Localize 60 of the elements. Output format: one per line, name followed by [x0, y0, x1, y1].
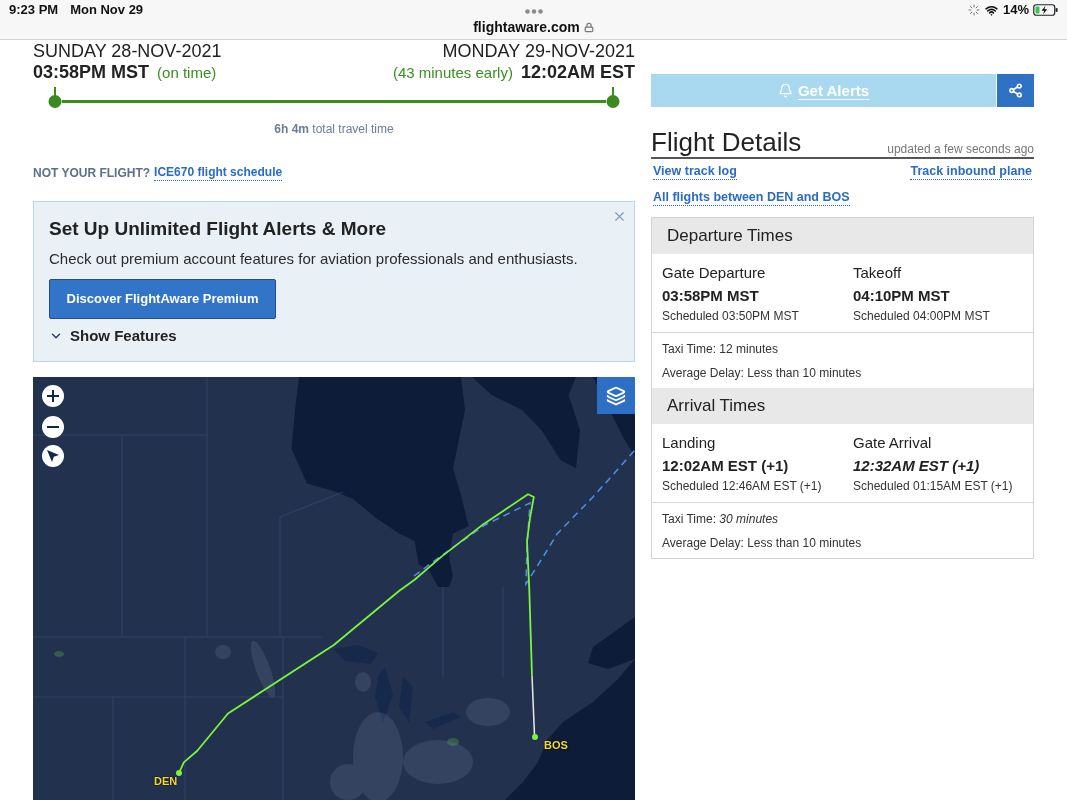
- note-text: Average Delay: Less than 10 minutes: [662, 535, 863, 551]
- close-icon: [612, 209, 627, 224]
- departure-marker-icon: [48, 87, 62, 109]
- updated-text: updated a few seconds ago: [887, 142, 1034, 156]
- minus-icon: [47, 425, 59, 429]
- departure-status: (on time): [157, 63, 217, 83]
- show-features-toggle[interactable]: Show Features: [49, 326, 177, 346]
- layers-icon: [606, 385, 626, 406]
- card-header-title: Arrival Times: [667, 396, 766, 416]
- time-label: Gate Arrival: [853, 433, 933, 453]
- arrival-date: MONDAY 29-NOV-2021: [442, 41, 635, 61]
- details-link[interactable]: View track log: [653, 164, 737, 180]
- arrival-time: 12:02AM EST: [520, 62, 635, 82]
- url-text[interactable]: flightaware.com: [473, 19, 580, 35]
- note-text: Average Delay: Less than 10 minutes: [662, 365, 863, 381]
- scheduled-time: Scheduled 12:46AM EST (+1): [662, 479, 823, 493]
- time-label: Takeoff: [853, 263, 903, 283]
- flight-schedule-link[interactable]: ICE670 flight schedule: [154, 165, 283, 181]
- promo-title: Set Up Unlimited Flight Alerts & More: [49, 217, 388, 241]
- scheduled-time: Scheduled 01:15AM EST (+1): [853, 479, 1014, 493]
- airport-code-label[interactable]: BOS: [544, 739, 568, 752]
- share-icon: [1008, 83, 1023, 98]
- promo-description: Check out premium account features for aviation professionals and enthusiasts.: [49, 249, 579, 269]
- discover-premium-button[interactable]: Discover FlightAware Premium: [49, 279, 276, 319]
- airport-marker-icon: [176, 770, 182, 776]
- arrival-marker-icon: [606, 87, 620, 109]
- bell-icon: [777, 83, 793, 98]
- actual-time: 04:10PM MST: [853, 286, 951, 306]
- not-your-flight-label: NOT YOUR FLIGHT?: [33, 165, 151, 181]
- note-text: Taxi Time: 30 minutes: [662, 511, 780, 527]
- departure-date: SUNDAY 28-NOV-2021: [33, 41, 222, 61]
- actual-time: 03:58PM MST: [662, 286, 760, 306]
- actual-time: 12:32AM EST (+1): [853, 456, 981, 476]
- note-text: Taxi Time: 12 minutes: [662, 341, 780, 357]
- lock-icon: [583, 21, 594, 33]
- date-text: Mon Nov 29: [70, 2, 144, 18]
- departure-time: 03:58PM MST: [33, 62, 150, 82]
- airport-marker-icon: [531, 734, 538, 741]
- details-link[interactable]: Track inbound plane: [910, 164, 1032, 180]
- airport-code-label[interactable]: DEN: [154, 775, 178, 788]
- section-title: Flight Details: [651, 127, 802, 157]
- layers-button[interactable]: [597, 377, 635, 414]
- arrival-status: (43 minutes early): [392, 63, 513, 83]
- card-header-title: Departure Times: [667, 226, 793, 246]
- activity-spinner-icon: [967, 4, 980, 16]
- travel-time-text: 6h 4m total travel time: [274, 121, 394, 137]
- navigation-arrow-icon: [47, 450, 59, 462]
- battery-charging-icon: [1033, 4, 1058, 16]
- time-label: Landing: [662, 433, 717, 453]
- time-label: Gate Departure: [662, 263, 767, 283]
- battery-percent: 14%: [1002, 2, 1029, 18]
- share-button[interactable]: [997, 74, 1034, 107]
- actual-time: 12:02AM EST (+1): [662, 456, 790, 476]
- scheduled-time: Scheduled 03:50PM MST: [662, 309, 800, 323]
- details-link[interactable]: All flights between DEN and BOS: [653, 190, 850, 206]
- more-dots-icon[interactable]: [524, 9, 543, 14]
- scheduled-time: Scheduled 04:00PM MST: [853, 309, 991, 323]
- clock-time: 9:23 PM: [9, 2, 59, 18]
- wifi-icon: [983, 3, 999, 17]
- plus-icon: [47, 390, 59, 402]
